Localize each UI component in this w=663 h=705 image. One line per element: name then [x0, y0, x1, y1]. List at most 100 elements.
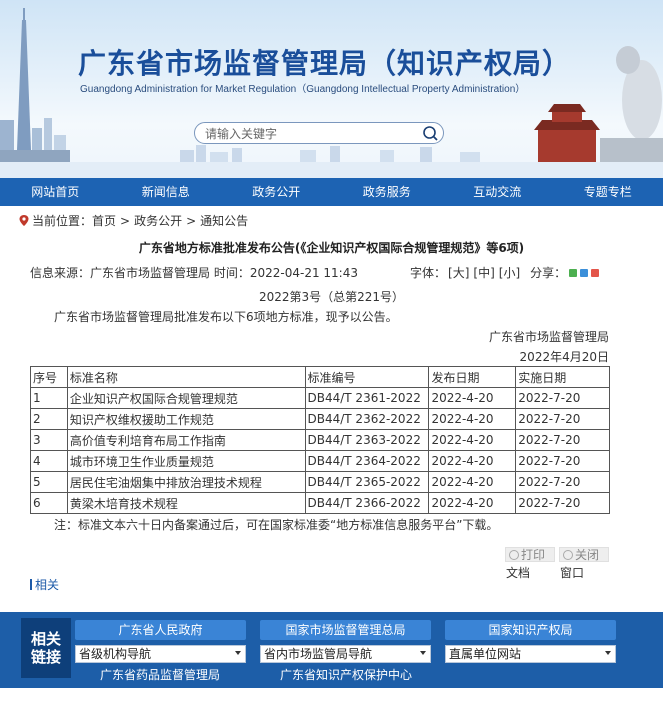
table-cell: 1 [30, 387, 68, 409]
article-source: 信息来源：广东省市场监督管理局 [30, 266, 211, 280]
table-cell: DB44/T 2362-2022 [304, 408, 430, 430]
location-pin-icon [19, 215, 29, 226]
nav-item-home[interactable]: 网站首页 [0, 178, 111, 206]
site-title: 广东省市场监督管理局（知识产权局） [78, 47, 572, 80]
cnipa-link[interactable]: 国家知识产权局 [445, 620, 616, 640]
table-cell: DB44/T 2363-2022 [304, 429, 430, 451]
related-label: 相关 [35, 578, 60, 592]
site-title-english: Guangdong Administration for Market Regu… [80, 84, 526, 95]
table-cell: DB44/T 2365-2022 [304, 471, 430, 493]
related-section: 相关 [30, 576, 59, 593]
search-icon[interactable] [422, 125, 439, 142]
breadcrumb-gov-affairs[interactable]: 政务公开 [134, 212, 182, 229]
related-links-label-line2: 链接 [30, 648, 61, 666]
table-header: 发布日期 [428, 366, 517, 388]
table-cell: 2022-7-20 [515, 492, 610, 514]
select-value: 直属单位网站 [449, 647, 522, 661]
article-time: 时间：2022-04-21 11:43 [213, 266, 358, 280]
table-cell: DB44/T 2361-2022 [304, 387, 430, 409]
breadcrumb: 当前位置： 首页 > 政务公开 > 通知公告 [18, 212, 248, 229]
table-cell: DB44/T 2366-2022 [304, 492, 430, 514]
print-sub-label: 文档 [506, 566, 531, 580]
affiliated-units-select[interactable]: 直属单位网站 [445, 645, 616, 663]
table-cell: 2 [30, 408, 68, 430]
related-links-label: 相关 链接 [21, 618, 71, 678]
article-issuer: 广东省市场监督管理局 [488, 330, 609, 344]
table-cell: 企业知识产权国际合规管理规范 [66, 387, 306, 409]
nav-item-interaction[interactable]: 互动交流 [442, 178, 553, 206]
print-button[interactable]: 打印 [505, 547, 555, 562]
table-cell: 2022-4-20 [428, 450, 517, 472]
table-cell: 6 [30, 492, 68, 514]
market-bureau-select[interactable]: 省内市场监管局导航 [260, 645, 431, 663]
font-medium-link[interactable]: [中] [473, 264, 494, 281]
print-document-button[interactable]: 打印 文档 [505, 547, 555, 581]
table-cell: 2022-4-20 [428, 387, 517, 409]
table-cell: 高价值专利培育布局工作指南 [66, 429, 306, 451]
gd-government-link[interactable]: 广东省人民政府 [75, 620, 246, 640]
nav-item-news[interactable]: 新闻信息 [111, 178, 222, 206]
gd-drug-admin-link[interactable]: 广东省药品监督管理局 [100, 666, 220, 683]
provincial-agency-select[interactable]: 省级机构导航 [75, 645, 246, 663]
table-cell: 2022-7-20 [515, 471, 610, 493]
table-cell: 2022-4-20 [428, 492, 517, 514]
share-label: 分享： [530, 266, 567, 280]
table-cell: 2022-7-20 [515, 408, 610, 430]
table-cell: 3 [30, 429, 68, 451]
breadcrumb-prefix: 当前位置： [32, 214, 93, 228]
nav-item-topics[interactable]: 专题专栏 [553, 178, 663, 206]
print-label: 打印 [521, 548, 546, 562]
weibo-share-icon[interactable] [591, 268, 600, 277]
table-cell: 2022-7-20 [515, 450, 610, 472]
select-value: 省级机构导航 [79, 647, 152, 661]
table-row: 6 黄梁木培育技术规程 DB44/T 2366-2022 2022-4-20 2… [30, 492, 610, 514]
table-cell: 5 [30, 471, 68, 493]
chevron-down-icon [420, 651, 426, 655]
page-bottom-strip [0, 688, 663, 705]
table-row: 3 高价值专利培育布局工作指南 DB44/T 2363-2022 2022-4-… [30, 429, 610, 451]
table-cell: DB44/T 2364-2022 [304, 450, 430, 472]
table-header: 标准编号 [304, 366, 430, 388]
wechat-share-icon[interactable] [569, 268, 578, 277]
close-window-button[interactable]: 关闭 窗口 [559, 547, 609, 581]
table-cell: 4 [30, 450, 68, 472]
table-cell: 2022-7-20 [515, 429, 610, 451]
qzone-share-icon[interactable] [580, 268, 589, 277]
related-links-footer: 相关 链接 广东省人民政府 国家市场监督管理总局 国家知识产权局 省级机构导航 … [0, 612, 663, 688]
nav-item-services[interactable]: 政务服务 [332, 178, 443, 206]
font-small-link[interactable]: [小] [499, 264, 520, 281]
table-cell: 2022-7-20 [515, 387, 610, 409]
close-label: 关闭 [575, 548, 600, 562]
font-size-label: 字体： [410, 266, 447, 280]
article-title: 广东省地方标准批准发布公告(《企业知识产权国际合规管理规范》等6项) [138, 241, 525, 255]
table-cell: 居民住宅油烟集中排放治理技术规程 [66, 471, 306, 493]
table-row: 5 居民住宅油烟集中排放治理技术规程 DB44/T 2365-2022 2022… [30, 471, 610, 493]
site-header: 广东省市场监督管理局（知识产权局） Guangdong Administrati… [0, 0, 663, 178]
breadcrumb-separator: > [186, 213, 197, 228]
samr-link[interactable]: 国家市场监督管理总局 [260, 620, 431, 640]
nav-item-gov-affairs[interactable]: 政务公开 [221, 178, 332, 206]
article-issue-date: 2022年4月20日 [519, 350, 609, 364]
table-cell: 黄梁木培育技术规程 [66, 492, 306, 514]
search-input[interactable] [205, 125, 415, 142]
standards-table: 序号 标准名称 标准编号 发布日期 实施日期 1 企业知识产权国际合规管理规范 … [30, 366, 610, 514]
breadcrumb-notices[interactable]: 通知公告 [200, 212, 248, 229]
main-nav: 网站首页 新闻信息 政务公开 政务服务 互动交流 专题专栏 [0, 178, 663, 206]
document-number: 2022第3号（总第221号） [258, 290, 405, 304]
close-sub-label: 窗口 [560, 566, 585, 580]
table-header: 标准名称 [66, 366, 306, 388]
breadcrumb-home[interactable]: 首页 [92, 212, 116, 229]
select-value: 省内市场监管局导航 [264, 647, 373, 661]
related-links-label-line1: 相关 [30, 630, 61, 648]
table-row: 2 知识产权维权援助工作规范 DB44/T 2362-2022 2022-4-2… [30, 408, 610, 430]
table-row: 4 城市环境卫生作业质量规范 DB44/T 2364-2022 2022-4-2… [30, 450, 610, 472]
close-button[interactable]: 关闭 [559, 547, 609, 562]
article-meta: 信息来源：广东省市场监督管理局 时间：2022-04-21 11:43 [30, 264, 358, 281]
font-large-link[interactable]: [大] [448, 264, 469, 281]
gd-ip-protection-center-link[interactable]: 广东省知识产权保护中心 [280, 666, 412, 683]
close-icon [563, 549, 573, 560]
related-marker [30, 579, 32, 590]
article-intro: 广东省市场监督管理局批准发布以下6项地方标准，现予以公告。 [54, 310, 398, 324]
table-cell: 2022-4-20 [428, 429, 517, 451]
table-header-row: 序号 标准名称 标准编号 发布日期 实施日期 [30, 366, 610, 388]
